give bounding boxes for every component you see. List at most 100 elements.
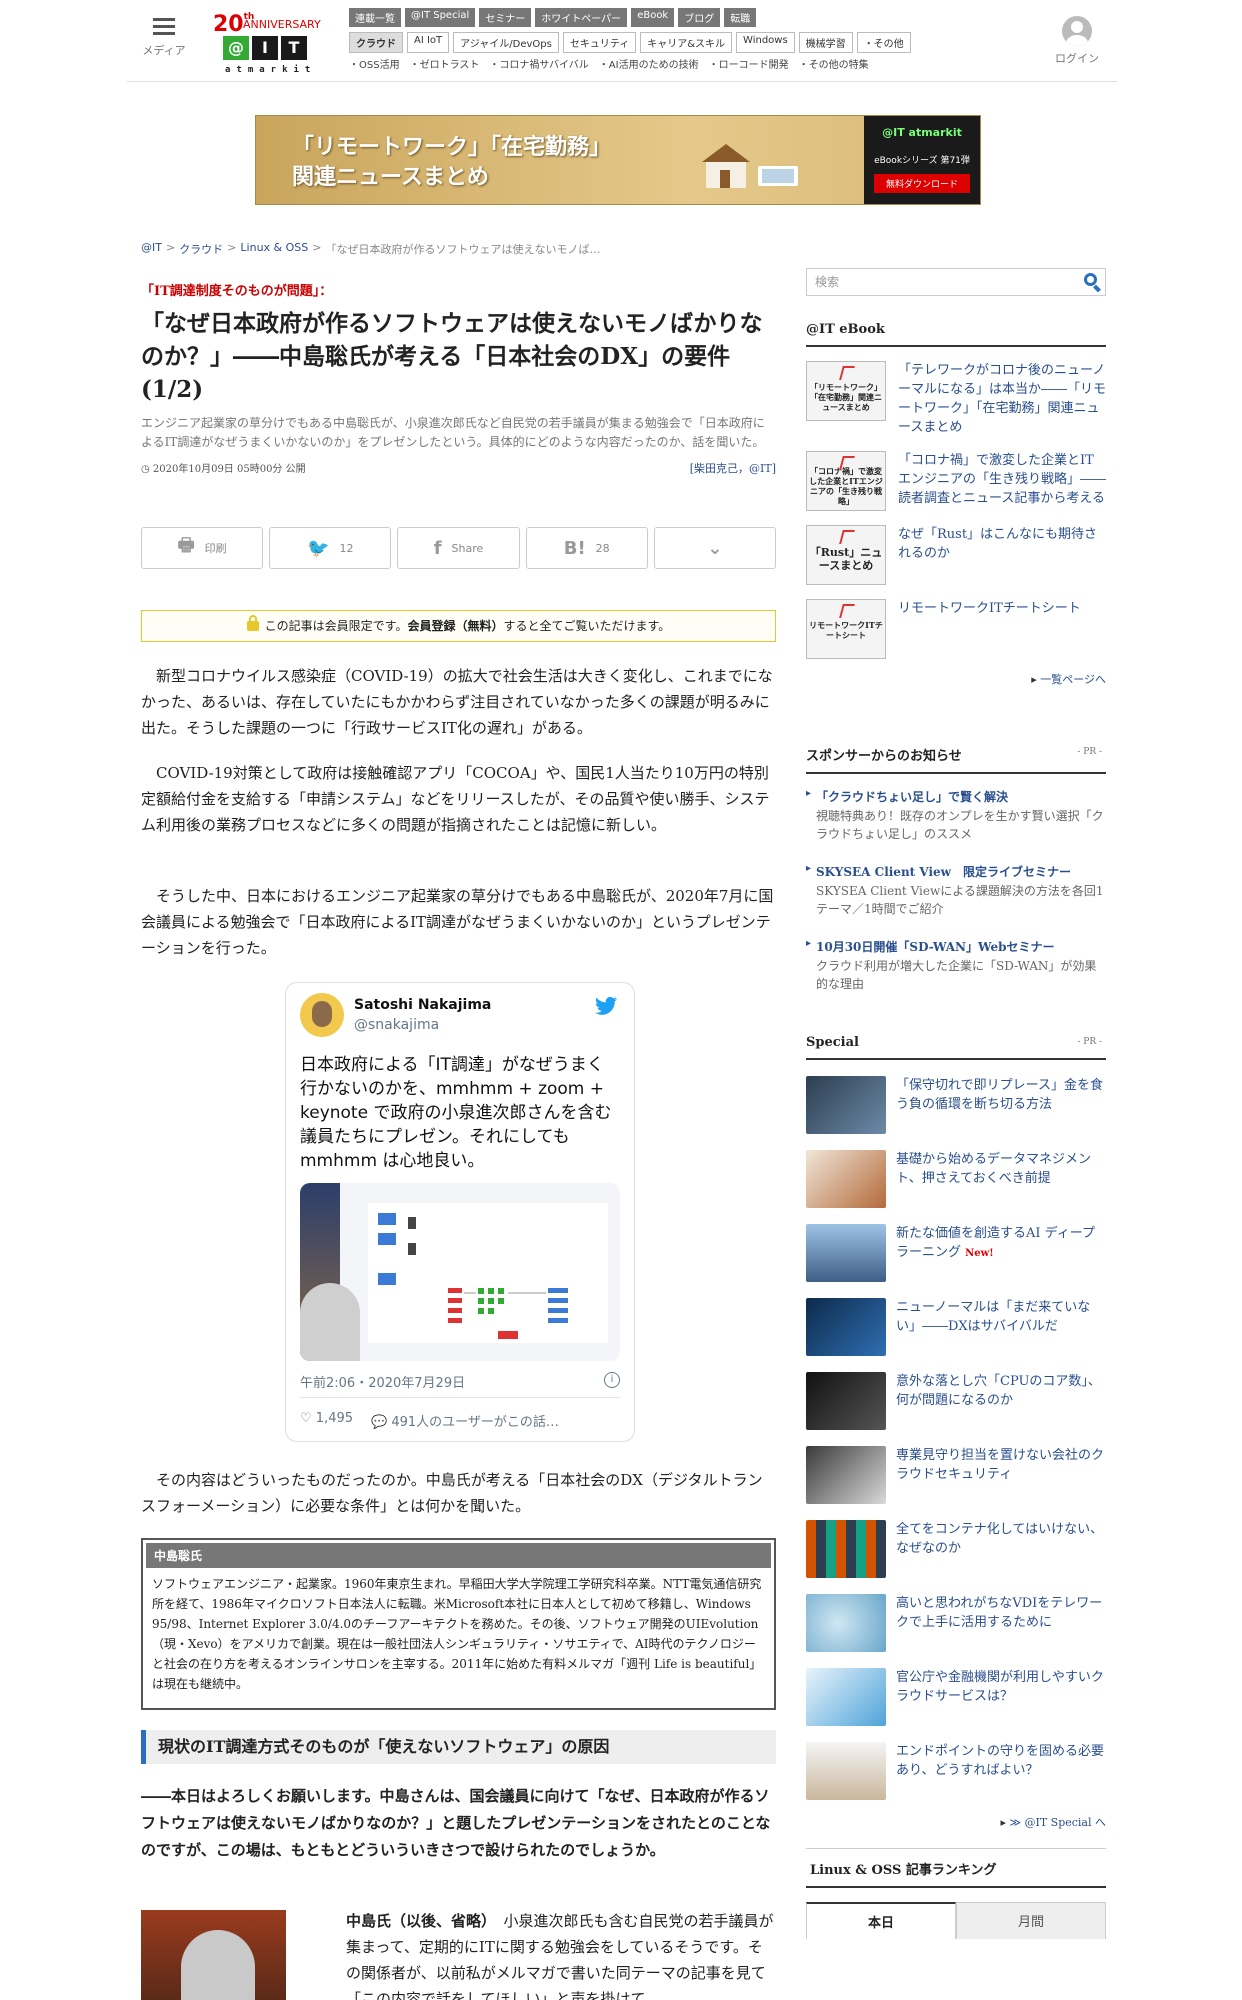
- special-item[interactable]: 基礎から始めるデータマネジメント、押さえておくべき前提: [806, 1150, 1106, 1208]
- nav-item[interactable]: 転職: [724, 8, 757, 27]
- special-title[interactable]: 意外な落とし穴「CPUのコア数」、何が問題になるのか: [896, 1372, 1106, 1430]
- twitter-share-button[interactable]: 🐦 12: [269, 527, 392, 569]
- special-item[interactable]: エンドポイントの守りを固める必要あり、どうすればよい？: [806, 1742, 1106, 1800]
- breadcrumb-link[interactable]: クラウド: [179, 241, 223, 257]
- category-tab[interactable]: Windows: [736, 32, 795, 53]
- special-more-link[interactable]: ≫ @IT Special へ: [806, 1814, 1106, 1830]
- embedded-tweet[interactable]: Satoshi Nakajima @snakajima 日本政府による「IT調達…: [285, 982, 635, 1442]
- special-title[interactable]: 専業見守り担当を置けない会社のクラウドセキュリティ: [896, 1446, 1106, 1504]
- special-item[interactable]: 新たな価値を創造するAI ディープラーニング New!: [806, 1224, 1106, 1282]
- nav-item[interactable]: ホワイトペーパー: [535, 8, 628, 27]
- category-tab[interactable]: クラウド: [349, 32, 403, 53]
- tweet-author-handle[interactable]: @snakajima: [354, 1017, 439, 1033]
- category-tab[interactable]: キャリア&スキル: [640, 32, 733, 53]
- special-title[interactable]: 基礎から始めるデータマネジメント、押さえておくべき前提: [896, 1150, 1106, 1208]
- category-tab[interactable]: 機械学習: [798, 32, 853, 53]
- nav-item[interactable]: 連載一覧: [349, 8, 401, 27]
- special-item[interactable]: ニューノーマルは「まだ来ていない」――DXはサバイバルだ: [806, 1298, 1106, 1356]
- special-thumbnail[interactable]: [806, 1224, 886, 1282]
- sponsor-title[interactable]: 「クラウドちょい足し」で賢く解決: [806, 788, 1106, 805]
- pocket-button[interactable]: ⌄: [653, 527, 777, 569]
- tweet-avatar[interactable]: [300, 993, 344, 1037]
- nav-item[interactable]: @IT Special: [405, 8, 476, 27]
- tab-monthly[interactable]: 月間: [956, 1902, 1106, 1939]
- tweet-like-button[interactable]: ♡ 1,495: [300, 1411, 353, 1430]
- print-button[interactable]: 🖶 印刷: [141, 527, 264, 569]
- breadcrumb-link[interactable]: Linux & OSS: [240, 241, 308, 257]
- special-title[interactable]: エンドポイントの守りを固める必要あり、どうすればよい？: [896, 1742, 1106, 1800]
- tweet-author-name[interactable]: Satoshi Nakajima: [354, 997, 491, 1013]
- special-title[interactable]: 全てをコンテナ化してはいけない、なぜなのか: [896, 1520, 1106, 1578]
- special-title[interactable]: 高いと思われがちなVDIをテレワークで上手に活用するために: [896, 1594, 1106, 1652]
- search-icon[interactable]: [1084, 273, 1097, 286]
- ebook-item[interactable]: 「コロナ禍」で激変した企業とITエンジニアの「生き残り戦略」 「コロナ禍」で激変…: [806, 451, 1106, 511]
- special-thumbnail[interactable]: [806, 1594, 886, 1652]
- menu-button[interactable]: メディア: [141, 18, 187, 58]
- special-thumbnail[interactable]: [806, 1076, 886, 1134]
- ebook-item[interactable]: 「Rust」ニュースまとめ なぜ「Rust」はこんなにも期待されるのか: [806, 525, 1106, 585]
- ebook-title[interactable]: 「テレワークがコロナ後のニューノーマルになる」は本当か――「リモートワーク」「在…: [898, 361, 1106, 437]
- special-item[interactable]: 専業見守り担当を置けない会社のクラウドセキュリティ: [806, 1446, 1106, 1504]
- ebook-cover[interactable]: 「Rust」ニュースまとめ: [806, 525, 886, 585]
- special-thumbnail[interactable]: [806, 1298, 886, 1356]
- tweet-reply-button[interactable]: 💬 491人のユーザーがこの話…: [371, 1411, 559, 1430]
- ebook-title[interactable]: なぜ「Rust」はこんなにも期待されるのか: [898, 525, 1106, 585]
- sponsor-title[interactable]: SKYSEA Client View 限定ライブセミナー: [806, 863, 1106, 880]
- special-title[interactable]: 官公庁や金融機関が利用しやすいクラウドサービスは？: [896, 1668, 1106, 1726]
- nav-item[interactable]: ブログ: [678, 8, 721, 27]
- ebook-item[interactable]: 「リモートワーク」「在宅勤務」関連ニュースまとめ 「テレワークがコロナ後のニュー…: [806, 361, 1106, 437]
- feature-link[interactable]: ・AI活用のための技術: [599, 56, 699, 71]
- sponsor-title[interactable]: 10月30日開催「SD-WAN」Webセミナー: [806, 938, 1106, 955]
- special-title[interactable]: 「保守切れで即リプレース」金を食う負の循環を断ち切る方法: [896, 1076, 1106, 1134]
- sponsor-item[interactable]: 10月30日開催「SD-WAN」Webセミナー クラウド利用が増大した企業に「S…: [806, 938, 1106, 993]
- ebook-banner-ad[interactable]: 「リモートワーク」「在宅勤務」 関連ニュースまとめ @IT atmarkit e…: [255, 115, 981, 205]
- special-thumbnail[interactable]: [806, 1446, 886, 1504]
- special-thumbnail[interactable]: [806, 1742, 886, 1800]
- special-thumbnail[interactable]: [806, 1150, 886, 1208]
- ebook-cover[interactable]: 「リモートワーク」「在宅勤務」関連ニュースまとめ: [806, 361, 886, 421]
- author-link[interactable]: [柴田克己，@IT]: [690, 460, 776, 476]
- ebook-cover[interactable]: 「コロナ禍」で激変した企業とITエンジニアの「生き残り戦略」: [806, 451, 886, 511]
- tab-daily[interactable]: 本日: [806, 1902, 956, 1939]
- ebook-item[interactable]: リモートワークITチートシート リモートワークITチートシート: [806, 599, 1106, 659]
- download-button[interactable]: 無料ダウンロード: [874, 174, 970, 193]
- special-item[interactable]: 高いと思われがちなVDIをテレワークで上手に活用するために: [806, 1594, 1106, 1652]
- register-link[interactable]: 会員登録（無料）: [407, 619, 503, 633]
- breadcrumb-separator: >: [165, 241, 176, 254]
- ebook-cover[interactable]: リモートワークITチートシート: [806, 599, 886, 659]
- feature-link[interactable]: ・OSS活用: [349, 56, 400, 71]
- ebook-title[interactable]: 「コロナ禍」で激変した企業とITエンジニアの「生き残り戦略」――読者調査とニュー…: [898, 451, 1106, 511]
- nav-item[interactable]: セミナー: [479, 8, 532, 27]
- special-title[interactable]: 新たな価値を創造するAI ディープラーニング New!: [896, 1224, 1106, 1282]
- nav-item[interactable]: eBook: [631, 8, 675, 27]
- hatena-bookmark-button[interactable]: B! 28: [525, 527, 648, 569]
- search-input[interactable]: 検索: [806, 268, 1106, 296]
- site-logo[interactable]: 20th ANNIVERSARY @ I T atmarkit: [213, 10, 323, 75]
- feature-link[interactable]: ・コロナ禍サバイバル: [489, 56, 588, 71]
- special-item[interactable]: 意外な落とし穴「CPUのコア数」、何が問題になるのか: [806, 1372, 1106, 1430]
- ebook-title[interactable]: リモートワークITチートシート: [898, 599, 1081, 659]
- ebook-more-link[interactable]: 一覧ページへ: [806, 671, 1106, 687]
- feature-link[interactable]: ・ローコード開発: [709, 56, 789, 71]
- tweet-timestamp[interactable]: 午前2:06・2020年7月29日: [300, 1372, 465, 1391]
- sponsor-item[interactable]: SKYSEA Client View 限定ライブセミナー SKYSEA Clie…: [806, 863, 1106, 918]
- feature-link[interactable]: ・ゼロトラスト: [410, 56, 480, 71]
- category-tab[interactable]: セキュリティ: [562, 32, 637, 53]
- login-button[interactable]: ログイン: [1055, 16, 1099, 66]
- facebook-share-button[interactable]: f Share: [397, 527, 520, 569]
- special-item[interactable]: 「保守切れで即リプレース」金を食う負の循環を断ち切る方法: [806, 1076, 1106, 1134]
- special-title[interactable]: ニューノーマルは「まだ来ていない」――DXはサバイバルだ: [896, 1298, 1106, 1356]
- category-tab[interactable]: AI IoT: [407, 32, 450, 53]
- category-tab[interactable]: アジャイル/DevOps: [453, 32, 559, 53]
- category-tab[interactable]: ・その他: [856, 32, 911, 53]
- special-thumbnail[interactable]: [806, 1520, 886, 1578]
- feature-link[interactable]: ・その他の特集: [799, 56, 869, 71]
- special-item[interactable]: 官公庁や金融機関が利用しやすいクラウドサービスは？: [806, 1668, 1106, 1726]
- tweet-media-image[interactable]: [300, 1183, 620, 1361]
- breadcrumb-link[interactable]: @IT: [141, 241, 162, 257]
- special-thumbnail[interactable]: [806, 1372, 886, 1430]
- special-thumbnail[interactable]: [806, 1668, 886, 1726]
- sponsor-item[interactable]: 「クラウドちょい足し」で賢く解決 視聴特典あり！既存のオンプレを生かす賢い選択「…: [806, 788, 1106, 843]
- info-icon[interactable]: i: [604, 1372, 620, 1388]
- special-item[interactable]: 全てをコンテナ化してはいけない、なぜなのか: [806, 1520, 1106, 1578]
